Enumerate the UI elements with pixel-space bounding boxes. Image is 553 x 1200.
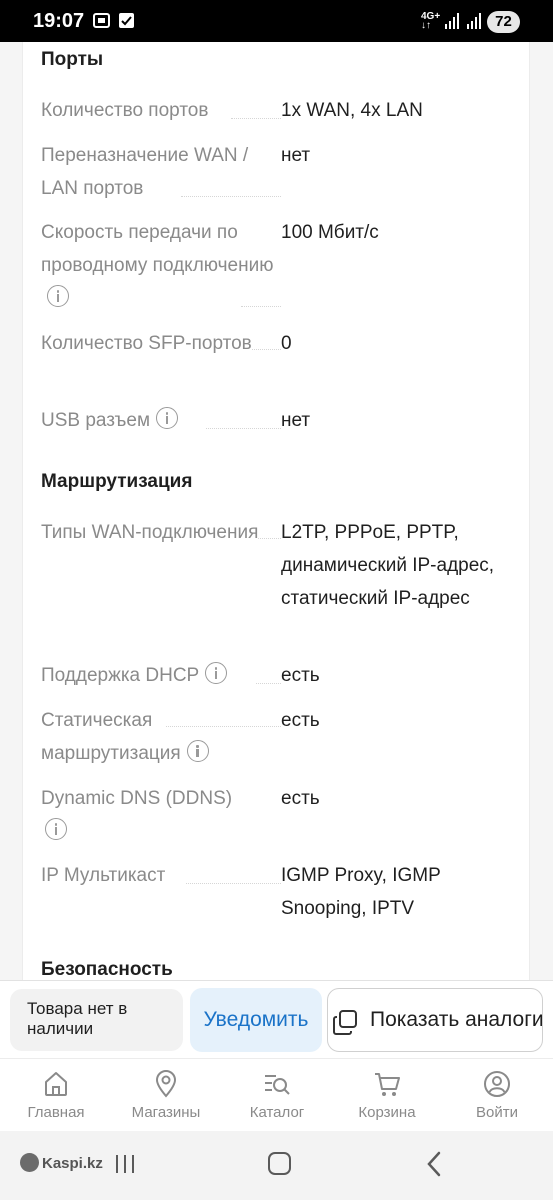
section-title-ports: Порты — [41, 49, 104, 70]
status-bar: 19:07 4G+ ↓↑ 72 — [0, 0, 553, 42]
spec-label: Количество SFP-портов — [41, 333, 252, 354]
spec-value: есть — [281, 665, 320, 686]
section-title-security: Безопасность — [41, 959, 173, 980]
tab-home[interactable]: Главная — [6, 1059, 106, 1132]
tab-catalog[interactable]: Каталог — [227, 1059, 327, 1132]
home-icon — [45, 1072, 67, 1096]
brand-name: Kaspi.kz — [42, 1155, 103, 1172]
spec-label: Типы WAN-подключения — [41, 522, 259, 543]
spec-value: нет — [281, 145, 311, 166]
recents-icon[interactable] — [114, 1153, 138, 1175]
back-icon[interactable] — [424, 1151, 444, 1177]
signal-icon-2 — [467, 13, 481, 29]
tab-login[interactable]: Войти — [447, 1059, 547, 1132]
kaspi-logo-icon — [20, 1153, 39, 1172]
spec-label: Dynamic DNS (DDNS) — [41, 788, 233, 809]
spec-value: есть — [281, 788, 320, 809]
info-icon[interactable] — [47, 285, 69, 307]
spec-value: нет — [281, 410, 311, 431]
signal-icon — [445, 13, 459, 29]
map-pin-icon — [155, 1070, 177, 1098]
spec-label: Статическая маршрутизация — [41, 710, 181, 764]
spec-label: IP Мультикаст — [41, 865, 166, 886]
tab-label: Войти — [476, 1104, 518, 1121]
home-button-icon[interactable] — [268, 1152, 291, 1175]
user-icon — [484, 1071, 510, 1097]
cart-icon — [375, 1073, 400, 1096]
network-type: 4G+ ↓↑ — [421, 11, 441, 31]
tab-label: Главная — [27, 1104, 85, 1121]
screen-capture-icon — [93, 13, 110, 28]
brand-badge: Kaspi.kz — [20, 1153, 103, 1177]
spec-label: Переназначение WAN / LAN портов — [41, 145, 249, 199]
spec-label: USB разъем — [41, 410, 151, 431]
tab-label: Магазины — [131, 1104, 201, 1121]
system-nav-bar: Kaspi.kz — [0, 1131, 553, 1200]
tab-stores[interactable]: Магазины — [116, 1059, 216, 1132]
tab-label: Каталог — [249, 1104, 305, 1121]
spec-value: есть — [281, 710, 320, 731]
show-analogs-button[interactable]: Показать аналоги — [327, 988, 543, 1052]
spec-value: IGMP Proxy, IGMP Snooping, IPTV — [281, 865, 441, 919]
section-title-routing: Маршрутизация — [41, 471, 193, 492]
notify-button[interactable]: Уведомить — [190, 988, 322, 1052]
tab-cart[interactable]: Корзина — [337, 1059, 437, 1132]
info-icon[interactable] — [45, 818, 67, 840]
bottom-nav: Главная Магазины Каталог Корзина Войти — [0, 1058, 553, 1131]
checkbox-notification-icon — [119, 13, 134, 28]
specs-card: Порты Количество портов 1x WAN, 4x LAN П… — [22, 42, 530, 992]
tab-label: Корзина — [358, 1104, 416, 1121]
info-icon[interactable] — [186, 740, 209, 762]
product-action-bar: Товара нет в наличии Уведомить Показать … — [0, 980, 553, 1058]
spec-value: 1x WAN, 4x LAN — [281, 100, 423, 121]
show-analogs-label: Показать аналоги — [370, 1008, 543, 1031]
info-icon[interactable] — [156, 407, 179, 429]
spec-value: 100 Мбит/с — [281, 222, 379, 243]
spec-label: Количество портов — [41, 100, 209, 121]
battery-indicator: 72 — [487, 11, 520, 33]
spec-value: 0 — [281, 333, 292, 354]
spec-value: L2TP, PPPoE, PPTP, динамический IP-адрес… — [281, 522, 495, 609]
spec-label: Поддержка DHCP — [41, 665, 200, 686]
copy-icon — [333, 1010, 357, 1035]
info-icon[interactable] — [205, 662, 228, 684]
catalog-search-icon — [265, 1075, 290, 1095]
status-time: 19:07 — [33, 10, 85, 32]
spec-label: Скорость передачи по проводному подключе… — [41, 222, 274, 276]
stock-status: Товара нет в наличии — [10, 989, 183, 1051]
